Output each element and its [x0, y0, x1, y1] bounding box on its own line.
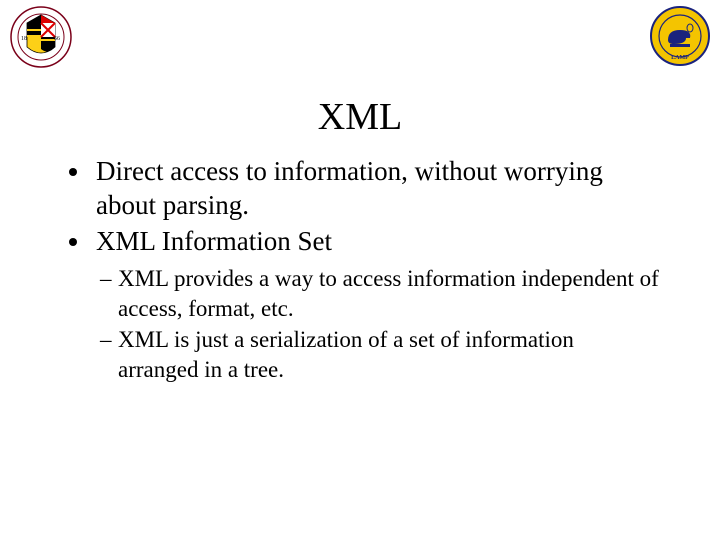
lamp-seal-icon: LAMP — [650, 6, 710, 66]
svg-text:LAMP: LAMP — [671, 55, 689, 61]
umd-seal-icon: 18 56 — [10, 6, 72, 68]
bullet-item: XML Information Set — [92, 225, 660, 259]
slide-body: Direct access to information, without wo… — [60, 155, 660, 386]
sub-bullet-item: XML provides a way to access information… — [100, 264, 660, 323]
svg-text:18: 18 — [21, 36, 27, 42]
slide-title: XML — [0, 95, 720, 139]
svg-text:56: 56 — [54, 36, 60, 42]
bullet-item: Direct access to information, without wo… — [92, 155, 660, 223]
sub-bullet-item: XML is just a serialization of a set of … — [100, 325, 660, 384]
